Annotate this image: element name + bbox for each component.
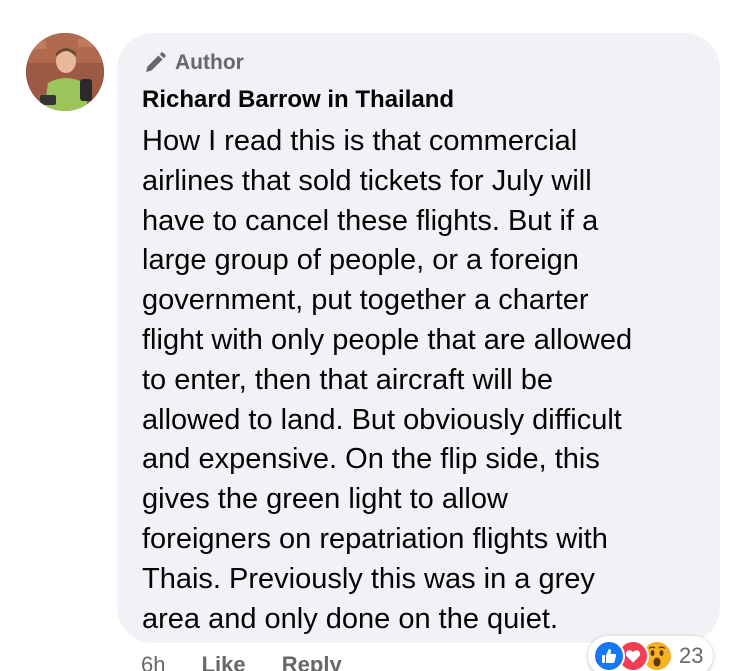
- comment-thread: Author Richard Barrow in Thailand How I …: [0, 0, 750, 671]
- comment-line: foreigners on repatriation flights with: [142, 522, 608, 555]
- commenter-name[interactable]: Richard Barrow in Thailand: [142, 86, 454, 114]
- comment-line: flight with only people that are allowed: [142, 323, 633, 356]
- comment-line: and expensive. On the flip side, this: [142, 443, 600, 476]
- comment-line: Thais. Previously this was in a grey: [142, 562, 595, 595]
- comment-line: allowed to land. But obviously difficult: [142, 403, 622, 436]
- reactions-summary[interactable]: 23: [588, 636, 714, 671]
- author-badge: Author: [143, 49, 244, 77]
- like-button[interactable]: Like: [202, 652, 246, 671]
- comment-text: How I read this is that commercial airli…: [142, 122, 712, 639]
- reaction-count: 23: [679, 643, 704, 668]
- comment-line: gives the green light to allow: [142, 483, 508, 516]
- avatar-photo: [26, 33, 104, 111]
- comment-line: to enter, then that aircraft will be: [142, 363, 554, 396]
- comment-line: have to cancel these flights. But if a: [142, 204, 599, 237]
- comment-line: How I read this is that commercial: [142, 125, 578, 157]
- timestamp[interactable]: 6h: [141, 652, 165, 671]
- comment-actions: 6h Like Reply: [141, 652, 372, 671]
- comment-line: airlines that sold tickets for July will: [142, 164, 592, 197]
- author-badge-label: Author: [175, 51, 244, 74]
- comment-line: area and only done on the quiet.: [142, 602, 558, 635]
- avatar[interactable]: [26, 33, 104, 111]
- reply-button[interactable]: Reply: [282, 652, 342, 671]
- pencil-icon: [146, 52, 166, 72]
- comment-line: government, put together a charter: [142, 284, 589, 317]
- comment-line: large group of people, or a foreign: [142, 244, 579, 277]
- like-icon: [593, 640, 625, 671]
